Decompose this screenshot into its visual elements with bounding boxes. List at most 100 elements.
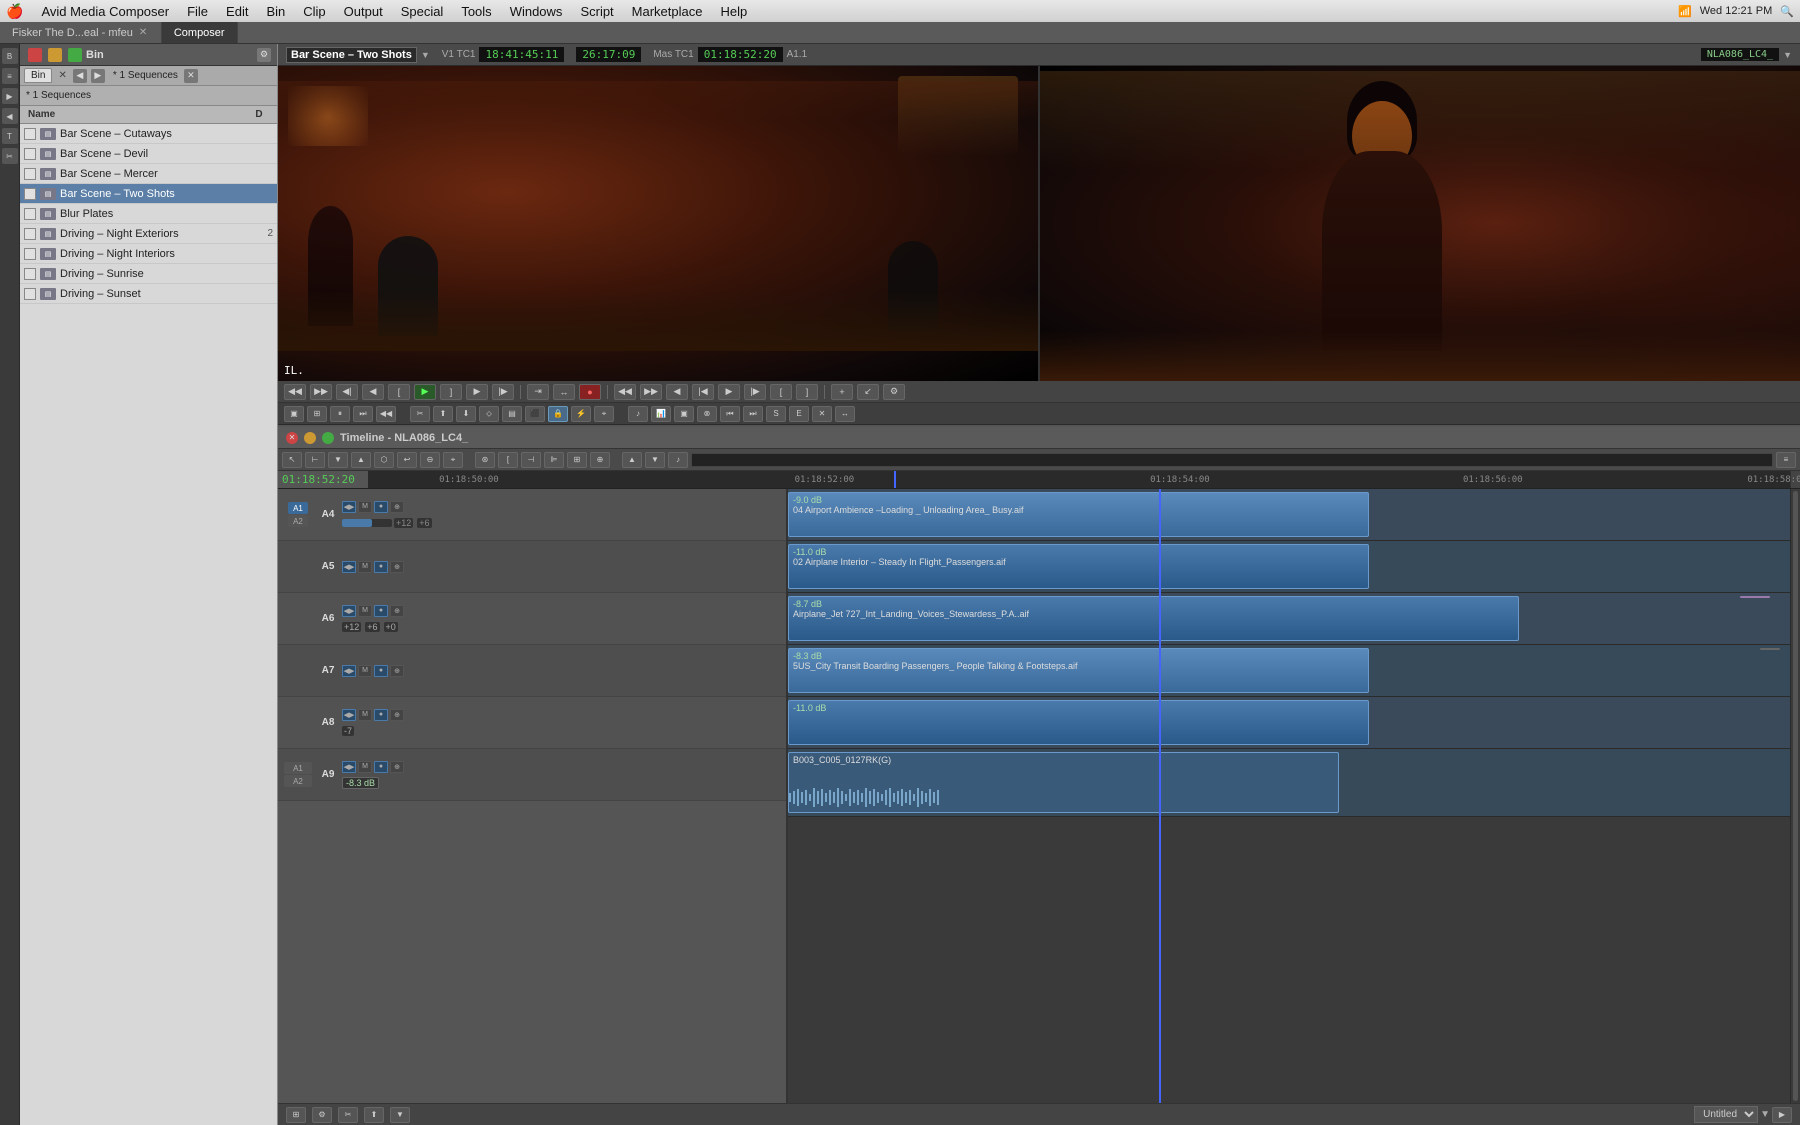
tl-tool-mark2[interactable]: ⊣: [521, 452, 541, 468]
bin-item-8[interactable]: ▤ Driving – Sunset: [20, 284, 277, 304]
tool-pause[interactable]: ⏸: [330, 406, 350, 422]
bin-item-5[interactable]: ▤ Driving – Night Exteriors 2: [20, 224, 277, 244]
footer-sequence-select[interactable]: Untitled: [1694, 1106, 1758, 1123]
transport-step-fwd[interactable]: ▶: [466, 384, 488, 400]
strip-btn-4[interactable]: ◀: [2, 108, 18, 124]
transport-play[interactable]: ▶: [414, 384, 436, 400]
transport-step2[interactable]: |◀: [692, 384, 714, 400]
strip-btn-1[interactable]: B: [2, 48, 18, 64]
tool-sync-lock[interactable]: 🔒: [548, 406, 568, 422]
tl-tool-snap[interactable]: ⊞: [567, 452, 587, 468]
timeline-max-btn[interactable]: [322, 432, 334, 444]
track-btn-1-a8[interactable]: ◀▶: [342, 709, 356, 721]
bin-item-2[interactable]: ▤ Bar Scene – Mercer: [20, 164, 277, 184]
tool-lift[interactable]: ⬆: [433, 406, 453, 422]
tl-tool-trim[interactable]: ⊢: [305, 452, 325, 468]
bin-item-0[interactable]: ▤ Bar Scene – Cutaways: [20, 124, 277, 144]
strip-btn-3[interactable]: ▶: [2, 88, 18, 104]
transport-fwd2[interactable]: ▶▶: [640, 384, 662, 400]
transport-step-back[interactable]: ◀: [362, 384, 384, 400]
menu-clip[interactable]: Clip: [295, 2, 333, 21]
bin-item-checkbox-3[interactable]: [24, 188, 36, 200]
clip-a6-small[interactable]: [1740, 596, 1770, 598]
track-btn-4-a6[interactable]: ⊕: [390, 605, 404, 617]
track-btn-lock-a4[interactable]: ⊕: [390, 501, 404, 513]
tool-splice[interactable]: ⬦: [479, 406, 499, 422]
bin-item-checkbox-5[interactable]: [24, 228, 36, 240]
tool-add-edit[interactable]: ⌖: [594, 406, 614, 422]
transport-mark-out[interactable]: ]: [440, 384, 462, 400]
bin-item-4[interactable]: ▤ Blur Plates: [20, 204, 277, 224]
menu-bin[interactable]: Bin: [258, 2, 293, 21]
tool-monitor[interactable]: ▣: [284, 406, 304, 422]
tl-tool-mark[interactable]: [: [498, 452, 518, 468]
menu-search-icon[interactable]: 🔍: [1780, 5, 1794, 18]
menu-file[interactable]: File: [179, 2, 216, 21]
bin-min-btn[interactable]: [48, 48, 62, 62]
tool-step-f[interactable]: ⏭: [353, 406, 373, 422]
menu-edit[interactable]: Edit: [218, 2, 256, 21]
footer-btn-4[interactable]: ⬆: [364, 1107, 384, 1123]
tl-tool-motion[interactable]: ⌖: [443, 452, 463, 468]
bin-item-checkbox-4[interactable]: [24, 208, 36, 220]
tool-monitor2[interactable]: ▣: [674, 406, 694, 422]
bin-item-checkbox-0[interactable]: [24, 128, 36, 140]
menu-special[interactable]: Special: [393, 2, 452, 21]
tl-tool-sync[interactable]: ⊛: [475, 452, 495, 468]
clip-a8[interactable]: -11.0 dB: [788, 700, 1369, 745]
track-vol-bar-a4[interactable]: [342, 519, 392, 527]
bin-max-btn[interactable]: [68, 48, 82, 62]
strip-btn-6[interactable]: ✂: [2, 148, 18, 164]
strip-btn-2[interactable]: ≡: [2, 68, 18, 84]
tool-wide[interactable]: ↔: [835, 406, 855, 422]
bin-item-1[interactable]: ▤ Bar Scene – Devil: [20, 144, 277, 164]
tl-tool-overwrite[interactable]: ↩: [397, 452, 417, 468]
clip-a9[interactable]: B003_C005_0127RK(G): [788, 752, 1339, 813]
track-btn-1-a7[interactable]: ◀▶: [342, 665, 356, 677]
transport-fwd-fast[interactable]: ▶▶: [310, 384, 332, 400]
tl-tool-lift[interactable]: ⬡: [374, 452, 394, 468]
track-btn-2-a6[interactable]: M: [358, 605, 372, 617]
track-btn-4-a9[interactable]: ⊕: [390, 761, 404, 773]
transport-fwd[interactable]: |▶: [492, 384, 514, 400]
transport-rew[interactable]: ◀|: [336, 384, 358, 400]
tab-fisker[interactable]: Fisker The D...eal - mfeu ✕: [0, 22, 162, 43]
transport-mark-in[interactable]: [: [388, 384, 410, 400]
tool-x[interactable]: ✕: [812, 406, 832, 422]
transport-record[interactable]: ●: [579, 384, 601, 400]
bin-item-checkbox-7[interactable]: [24, 268, 36, 280]
transport-sync[interactable]: ↔: [553, 384, 575, 400]
footer-btn-5[interactable]: ▼: [390, 1107, 410, 1123]
tl-tool-extract[interactable]: ▲: [351, 452, 371, 468]
transport-add[interactable]: +: [831, 384, 853, 400]
transport-mark-out2[interactable]: ]: [796, 384, 818, 400]
timeline-close-btn[interactable]: ✕: [286, 432, 298, 444]
footer-btn-3[interactable]: ✂: [338, 1107, 358, 1123]
bin-nav-back[interactable]: ◀: [73, 69, 87, 83]
tool-overwrite[interactable]: ▤: [502, 406, 522, 422]
tab-composer[interactable]: Composer: [162, 22, 238, 43]
footer-play-btn[interactable]: ▶: [1772, 1107, 1792, 1123]
tool-motion-effect[interactable]: ⚡: [571, 406, 591, 422]
bin-item-checkbox-1[interactable]: [24, 148, 36, 160]
strip-btn-5[interactable]: T: [2, 128, 18, 144]
menu-tools[interactable]: Tools: [453, 2, 499, 21]
track-btn-solo-a4[interactable]: ◀▶: [342, 501, 356, 513]
track-btn-4-a8[interactable]: ⊕: [390, 709, 404, 721]
tool-audio[interactable]: ♪: [628, 406, 648, 422]
transport-settings[interactable]: ⚙: [883, 384, 905, 400]
bin-nav-fwd[interactable]: ▶: [91, 69, 105, 83]
transport-goto-in[interactable]: ⇥: [527, 384, 549, 400]
bin-item-6[interactable]: ▤ Driving – Night Interiors: [20, 244, 277, 264]
menu-windows[interactable]: Windows: [502, 2, 571, 21]
tl-tool-down[interactable]: ▼: [645, 452, 665, 468]
track-btn-3-a9[interactable]: ●: [374, 761, 388, 773]
bin-item-checkbox-2[interactable]: [24, 168, 36, 180]
tl-tool-vol[interactable]: ♪: [668, 452, 688, 468]
tl-vertical-scroll[interactable]: [1790, 489, 1800, 1103]
footer-btn-1[interactable]: ⊞: [286, 1107, 306, 1123]
tl-tool-cut[interactable]: ⊖: [420, 452, 440, 468]
tl-scroll-bar[interactable]: [691, 453, 1773, 467]
track-btn-3-a6[interactable]: ●: [374, 605, 388, 617]
clip-a6[interactable]: -8.7 dB Airplane_Jet 727_Int_Landing_Voi…: [788, 596, 1519, 641]
